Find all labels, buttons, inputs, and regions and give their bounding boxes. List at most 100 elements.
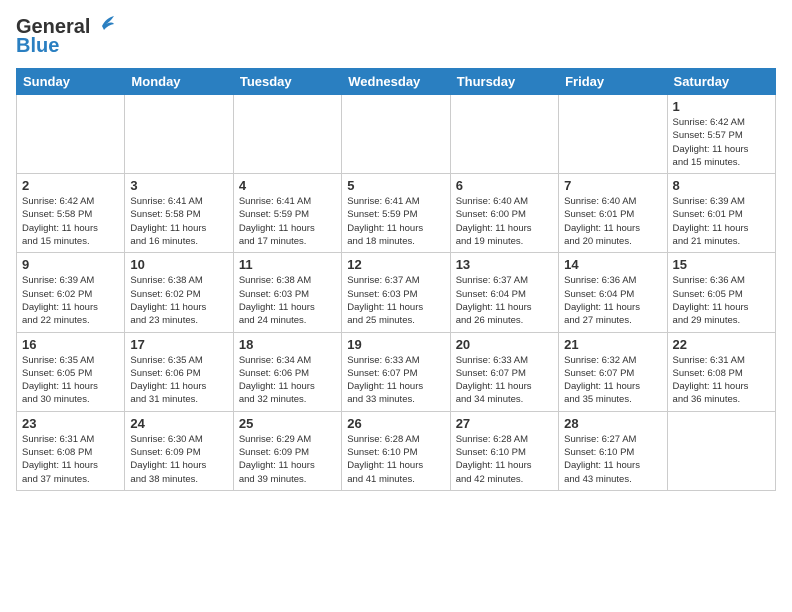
logo: General Blue bbox=[16, 16, 114, 58]
day-info: Sunrise: 6:33 AMSunset: 6:07 PMDaylight:… bbox=[347, 354, 444, 407]
week-row-4: 16 Sunrise: 6:35 AMSunset: 6:05 PMDayligh… bbox=[17, 332, 776, 411]
day-info: Sunrise: 6:34 AMSunset: 6:06 PMDaylight:… bbox=[239, 354, 336, 407]
day-info: Sunrise: 6:31 AMSunset: 6:08 PMDaylight:… bbox=[673, 354, 770, 407]
day-cell: 20 Sunrise: 6:33 AMSunset: 6:07 PMDayligh… bbox=[450, 332, 558, 411]
day-cell: 10 Sunrise: 6:38 AMSunset: 6:02 PMDayligh… bbox=[125, 253, 233, 332]
day-number: 12 bbox=[347, 257, 444, 272]
day-number: 14 bbox=[564, 257, 661, 272]
day-cell bbox=[559, 95, 667, 174]
day-cell: 7 Sunrise: 6:40 AMSunset: 6:01 PMDaylight… bbox=[559, 174, 667, 253]
day-info: Sunrise: 6:36 AMSunset: 6:04 PMDaylight:… bbox=[564, 274, 661, 327]
day-header-saturday: Saturday bbox=[667, 69, 775, 95]
day-cell bbox=[125, 95, 233, 174]
day-info: Sunrise: 6:38 AMSunset: 6:02 PMDaylight:… bbox=[130, 274, 227, 327]
week-row-5: 23Sunrise: 6:31 AMSunset: 6:08 PMDayligh… bbox=[17, 411, 776, 490]
day-cell: 5 Sunrise: 6:41 AMSunset: 5:59 PMDaylight… bbox=[342, 174, 450, 253]
day-number: 19 bbox=[347, 337, 444, 352]
day-info: Sunrise: 6:42 AMSunset: 5:58 PMDaylight:… bbox=[22, 195, 119, 248]
day-cell: 15 Sunrise: 6:36 AMSunset: 6:05 PMDayligh… bbox=[667, 253, 775, 332]
day-cell: 16 Sunrise: 6:35 AMSunset: 6:05 PMDayligh… bbox=[17, 332, 125, 411]
day-info: Sunrise: 6:32 AMSunset: 6:07 PMDaylight:… bbox=[564, 354, 661, 407]
day-number: 22 bbox=[673, 337, 770, 352]
day-info: Sunrise: 6:33 AMSunset: 6:07 PMDaylight:… bbox=[456, 354, 553, 407]
day-cell: 17 Sunrise: 6:35 AMSunset: 6:06 PMDayligh… bbox=[125, 332, 233, 411]
day-number: 10 bbox=[130, 257, 227, 272]
day-number: 18 bbox=[239, 337, 336, 352]
day-cell: 2 Sunrise: 6:42 AMSunset: 5:58 PMDaylight… bbox=[17, 174, 125, 253]
day-cell: 21 Sunrise: 6:32 AMSunset: 6:07 PMDayligh… bbox=[559, 332, 667, 411]
day-cell: 25 Sunrise: 6:29 AMSunset: 6:09 PMDayligh… bbox=[233, 411, 341, 490]
day-info: Sunrise: 6:38 AMSunset: 6:03 PMDaylight:… bbox=[239, 274, 336, 327]
day-number: 24 bbox=[130, 416, 227, 431]
day-info: Sunrise: 6:27 AMSunset: 6:10 PMDaylight:… bbox=[564, 433, 661, 486]
day-info: Sunrise: 6:37 AMSunset: 6:04 PMDaylight:… bbox=[456, 274, 553, 327]
day-header-tuesday: Tuesday bbox=[233, 69, 341, 95]
day-info: Sunrise: 6:30 AMSunset: 6:09 PMDaylight:… bbox=[130, 433, 227, 486]
day-cell: 4 Sunrise: 6:41 AMSunset: 5:59 PMDaylight… bbox=[233, 174, 341, 253]
day-number: 21 bbox=[564, 337, 661, 352]
day-cell: 27 Sunrise: 6:28 AMSunset: 6:10 PMDayligh… bbox=[450, 411, 558, 490]
day-number: 26 bbox=[347, 416, 444, 431]
day-number: 27 bbox=[456, 416, 553, 431]
day-number: 1 bbox=[673, 99, 770, 114]
day-number: 3 bbox=[130, 178, 227, 193]
day-cell bbox=[667, 411, 775, 490]
day-cell bbox=[233, 95, 341, 174]
day-cell bbox=[17, 95, 125, 174]
day-info: Sunrise: 6:36 AMSunset: 6:05 PMDaylight:… bbox=[673, 274, 770, 327]
day-info: Sunrise: 6:40 AMSunset: 6:00 PMDaylight:… bbox=[456, 195, 553, 248]
day-number: 13 bbox=[456, 257, 553, 272]
day-info: Sunrise: 6:40 AMSunset: 6:01 PMDaylight:… bbox=[564, 195, 661, 248]
day-cell: 22 Sunrise: 6:31 AMSunset: 6:08 PMDayligh… bbox=[667, 332, 775, 411]
day-info: Sunrise: 6:41 AMSunset: 5:59 PMDaylight:… bbox=[239, 195, 336, 248]
day-number: 9 bbox=[22, 257, 119, 272]
day-info: Sunrise: 6:42 AMSunset: 5:57 PMDaylight:… bbox=[673, 116, 770, 169]
day-cell: 9 Sunrise: 6:39 AMSunset: 6:02 PMDaylight… bbox=[17, 253, 125, 332]
day-header-thursday: Thursday bbox=[450, 69, 558, 95]
day-info: Sunrise: 6:35 AMSunset: 6:05 PMDaylight:… bbox=[22, 354, 119, 407]
day-info: Sunrise: 6:29 AMSunset: 6:09 PMDaylight:… bbox=[239, 433, 336, 486]
day-info: Sunrise: 6:35 AMSunset: 6:06 PMDaylight:… bbox=[130, 354, 227, 407]
day-header-sunday: Sunday bbox=[17, 69, 125, 95]
day-number: 15 bbox=[673, 257, 770, 272]
logo-bird-icon bbox=[92, 16, 114, 36]
day-number: 5 bbox=[347, 178, 444, 193]
day-info: Sunrise: 6:31 AMSunset: 6:08 PMDaylight:… bbox=[22, 433, 119, 486]
day-cell: 13 Sunrise: 6:37 AMSunset: 6:04 PMDayligh… bbox=[450, 253, 558, 332]
day-cell: 8 Sunrise: 6:39 AMSunset: 6:01 PMDaylight… bbox=[667, 174, 775, 253]
day-info: Sunrise: 6:28 AMSunset: 6:10 PMDaylight:… bbox=[456, 433, 553, 486]
day-number: 7 bbox=[564, 178, 661, 193]
day-info: Sunrise: 6:37 AMSunset: 6:03 PMDaylight:… bbox=[347, 274, 444, 327]
week-row-2: 2 Sunrise: 6:42 AMSunset: 5:58 PMDaylight… bbox=[17, 174, 776, 253]
day-number: 16 bbox=[22, 337, 119, 352]
day-info: Sunrise: 6:39 AMSunset: 6:01 PMDaylight:… bbox=[673, 195, 770, 248]
logo-blue-text: Blue bbox=[16, 35, 59, 58]
calendar-table: SundayMondayTuesdayWednesdayThursdayFrid… bbox=[16, 68, 776, 491]
day-header-monday: Monday bbox=[125, 69, 233, 95]
day-header-wednesday: Wednesday bbox=[342, 69, 450, 95]
week-row-1: 1 Sunrise: 6:42 AMSunset: 5:57 PMDaylight… bbox=[17, 95, 776, 174]
day-cell: 26 Sunrise: 6:28 AMSunset: 6:10 PMDayligh… bbox=[342, 411, 450, 490]
day-info: Sunrise: 6:39 AMSunset: 6:02 PMDaylight:… bbox=[22, 274, 119, 327]
day-cell: 11Sunrise: 6:38 AMSunset: 6:03 PMDayligh… bbox=[233, 253, 341, 332]
page-header: General Blue bbox=[16, 16, 776, 58]
day-cell: 12 Sunrise: 6:37 AMSunset: 6:03 PMDayligh… bbox=[342, 253, 450, 332]
day-info: Sunrise: 6:28 AMSunset: 6:10 PMDaylight:… bbox=[347, 433, 444, 486]
day-number: 4 bbox=[239, 178, 336, 193]
day-cell: 18 Sunrise: 6:34 AMSunset: 6:06 PMDayligh… bbox=[233, 332, 341, 411]
day-number: 28 bbox=[564, 416, 661, 431]
day-cell: 19 Sunrise: 6:33 AMSunset: 6:07 PMDayligh… bbox=[342, 332, 450, 411]
day-number: 6 bbox=[456, 178, 553, 193]
day-cell bbox=[450, 95, 558, 174]
day-info: Sunrise: 6:41 AMSunset: 5:59 PMDaylight:… bbox=[347, 195, 444, 248]
week-row-3: 9 Sunrise: 6:39 AMSunset: 6:02 PMDaylight… bbox=[17, 253, 776, 332]
day-number: 17 bbox=[130, 337, 227, 352]
day-cell: 1 Sunrise: 6:42 AMSunset: 5:57 PMDaylight… bbox=[667, 95, 775, 174]
day-number: 20 bbox=[456, 337, 553, 352]
day-cell: 24 Sunrise: 6:30 AMSunset: 6:09 PMDayligh… bbox=[125, 411, 233, 490]
day-number: 2 bbox=[22, 178, 119, 193]
day-number: 8 bbox=[673, 178, 770, 193]
day-info: Sunrise: 6:41 AMSunset: 5:58 PMDaylight:… bbox=[130, 195, 227, 248]
day-header-friday: Friday bbox=[559, 69, 667, 95]
day-number: 25 bbox=[239, 416, 336, 431]
